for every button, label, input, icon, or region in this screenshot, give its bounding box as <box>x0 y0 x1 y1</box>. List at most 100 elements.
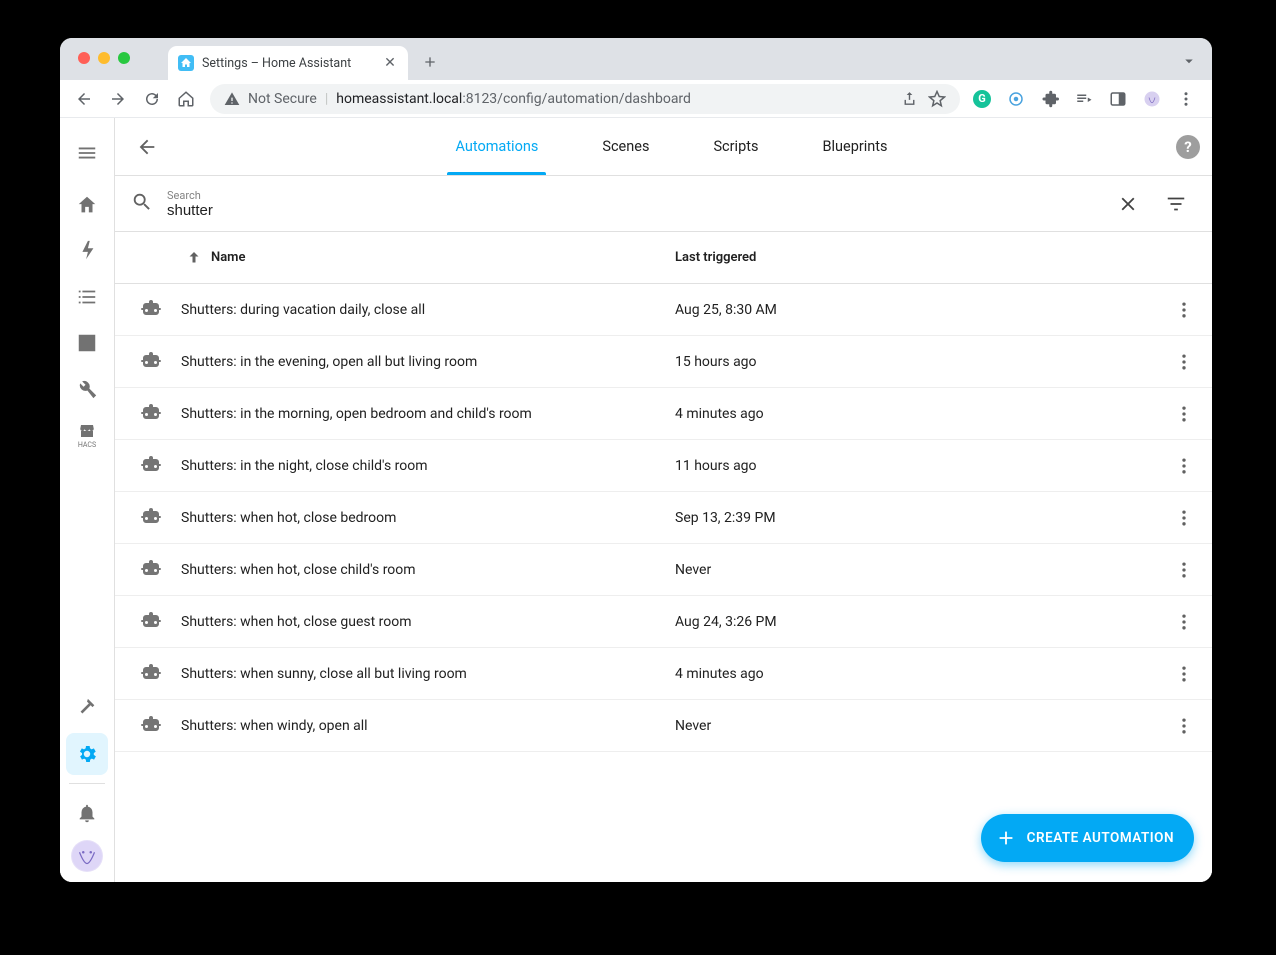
automation-last-triggered: 11 hours ago <box>675 458 1164 474</box>
robot-icon <box>139 402 181 426</box>
sidebar-toggle-button[interactable] <box>66 126 108 180</box>
automation-name: Shutters: during vacation daily, close a… <box>181 302 675 318</box>
app-sidebar: HACS <box>60 118 115 882</box>
sidebar-item-tools[interactable] <box>66 368 108 410</box>
robot-icon <box>139 662 181 686</box>
nav-reload-button[interactable] <box>136 83 168 115</box>
share-icon[interactable] <box>901 90 918 107</box>
bookmark-icon[interactable] <box>928 90 946 108</box>
page-tabs: Automations Scenes Scripts Blueprints <box>167 118 1176 175</box>
row-menu-button[interactable] <box>1164 446 1204 486</box>
row-menu-button[interactable] <box>1164 706 1204 746</box>
sidebar-user-avatar[interactable] <box>71 840 103 872</box>
search-input[interactable] <box>167 202 1100 219</box>
automation-name: Shutters: in the night, close child's ro… <box>181 458 675 474</box>
create-automation-button[interactable]: CREATE AUTOMATION <box>981 814 1194 862</box>
sidebar-item-notifications[interactable] <box>66 792 108 834</box>
automation-row[interactable]: Shutters: when hot, close child's roomNe… <box>115 544 1212 596</box>
row-menu-button[interactable] <box>1164 290 1204 330</box>
row-menu-button[interactable] <box>1164 550 1204 590</box>
row-menu-button[interactable] <box>1164 498 1204 538</box>
nav-back-button[interactable] <box>68 83 100 115</box>
automation-name: Shutters: when hot, close child's room <box>181 562 675 578</box>
side-panel-icon[interactable] <box>1104 83 1132 115</box>
browser-tab[interactable]: Settings – Home Assistant ✕ <box>168 46 408 80</box>
browser-overflow-icon[interactable] <box>1180 52 1198 74</box>
browser-menu-icon[interactable] <box>1172 83 1200 115</box>
nav-home-button[interactable] <box>170 83 202 115</box>
table-header: Name Last triggered <box>115 232 1212 284</box>
automation-row[interactable]: Shutters: in the night, close child's ro… <box>115 440 1212 492</box>
sidebar-item-logbook[interactable] <box>66 276 108 318</box>
automation-last-triggered: 4 minutes ago <box>675 666 1164 682</box>
window-close-button[interactable] <box>78 52 90 64</box>
extension-grammarly-icon[interactable]: G <box>968 83 996 115</box>
tab-automations[interactable]: Automations <box>447 118 546 175</box>
tab-close-icon[interactable]: ✕ <box>382 55 398 71</box>
tab-blueprints[interactable]: Blueprints <box>814 118 895 175</box>
address-bar[interactable]: Not Secure | homeassistant.local:8123/co… <box>210 84 960 114</box>
automation-name: Shutters: when windy, open all <box>181 718 675 734</box>
search-field[interactable]: Search <box>161 189 1100 219</box>
automation-name: Shutters: in the morning, open bedroom a… <box>181 406 675 422</box>
automation-last-triggered: 15 hours ago <box>675 354 1164 370</box>
app-frame: HACS Automations Scenes Scripts Blueprin… <box>60 118 1212 882</box>
filter-button[interactable] <box>1156 184 1196 224</box>
tab-scripts[interactable]: Scripts <box>705 118 766 175</box>
tab-scenes[interactable]: Scenes <box>594 118 657 175</box>
sidebar-item-hacs[interactable]: HACS <box>66 414 108 456</box>
extension-ghostery-icon[interactable] <box>1002 83 1030 115</box>
robot-icon <box>139 454 181 478</box>
automation-last-triggered: Aug 25, 8:30 AM <box>675 302 1164 318</box>
tab-title: Settings – Home Assistant <box>202 56 374 71</box>
address-url: homeassistant.local:8123/config/automati… <box>336 91 691 107</box>
extension-puzzle-icon[interactable] <box>1036 83 1064 115</box>
automation-row[interactable]: Shutters: in the evening, open all but l… <box>115 336 1212 388</box>
automation-name: Shutters: when hot, close bedroom <box>181 510 675 526</box>
sidebar-item-settings[interactable] <box>66 733 108 775</box>
column-header-name[interactable]: Name <box>185 249 675 267</box>
sidebar-item-developer[interactable] <box>66 687 108 729</box>
robot-icon <box>139 506 181 530</box>
extension-icons: G <box>968 83 1204 115</box>
robot-icon <box>139 610 181 634</box>
window-controls <box>70 38 140 76</box>
robot-icon <box>139 298 181 322</box>
profile-avatar-icon[interactable] <box>1138 83 1166 115</box>
automation-last-triggered: 4 minutes ago <box>675 406 1164 422</box>
automation-row[interactable]: Shutters: when hot, close bedroomSep 13,… <box>115 492 1212 544</box>
extension-playlist-icon[interactable] <box>1070 83 1098 115</box>
robot-icon <box>139 558 181 582</box>
sidebar-item-history[interactable] <box>66 322 108 364</box>
automation-list: Shutters: during vacation daily, close a… <box>115 284 1212 882</box>
row-menu-button[interactable] <box>1164 394 1204 434</box>
sidebar-divider <box>69 783 105 784</box>
window-minimize-button[interactable] <box>98 52 110 64</box>
automation-row[interactable]: Shutters: during vacation daily, close a… <box>115 284 1212 336</box>
row-menu-button[interactable] <box>1164 602 1204 642</box>
automation-last-triggered: Never <box>675 562 1164 578</box>
sidebar-item-overview[interactable] <box>66 184 108 226</box>
row-menu-button[interactable] <box>1164 342 1204 382</box>
window-maximize-button[interactable] <box>118 52 130 64</box>
automation-name: Shutters: in the evening, open all but l… <box>181 354 675 370</box>
not-secure-label: Not Secure <box>248 91 317 107</box>
help-button[interactable]: ? <box>1176 135 1200 159</box>
nav-forward-button[interactable] <box>102 83 134 115</box>
automation-name: Shutters: when sunny, close all but livi… <box>181 666 675 682</box>
robot-icon <box>139 714 181 738</box>
automation-row[interactable]: Shutters: in the morning, open bedroom a… <box>115 388 1212 440</box>
sidebar-item-energy[interactable] <box>66 230 108 272</box>
column-header-last-triggered[interactable]: Last triggered <box>675 250 1192 265</box>
clear-search-button[interactable] <box>1108 184 1148 224</box>
fab-label: CREATE AUTOMATION <box>1027 830 1174 846</box>
page-back-button[interactable] <box>127 127 167 167</box>
automation-name: Shutters: when hot, close guest room <box>181 614 675 630</box>
automation-row[interactable]: Shutters: when hot, close guest roomAug … <box>115 596 1212 648</box>
automation-row[interactable]: Shutters: when windy, open allNever <box>115 700 1212 752</box>
new-tab-button[interactable] <box>416 48 444 76</box>
sort-asc-icon <box>185 249 203 267</box>
browser-tab-strip: Settings – Home Assistant ✕ <box>60 38 1212 80</box>
row-menu-button[interactable] <box>1164 654 1204 694</box>
automation-row[interactable]: Shutters: when sunny, close all but livi… <box>115 648 1212 700</box>
